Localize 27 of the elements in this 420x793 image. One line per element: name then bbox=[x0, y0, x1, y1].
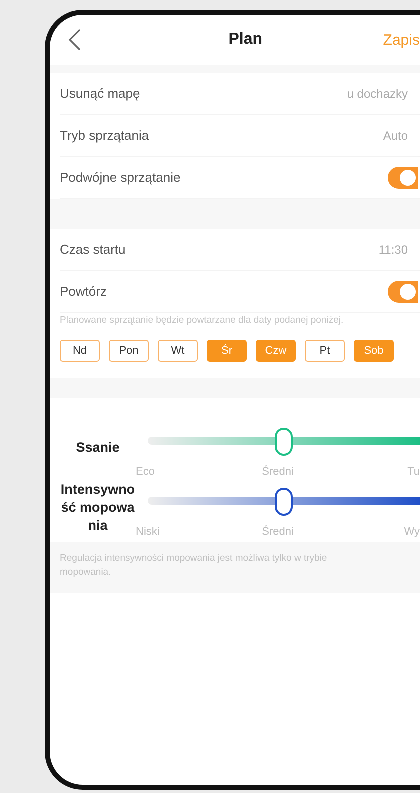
slider-label: Ssanie bbox=[75, 438, 121, 457]
slider-tick-label: Tu bbox=[406, 466, 420, 478]
setting-label: Powtórz bbox=[60, 284, 107, 299]
setting-value: 11:30 bbox=[378, 242, 408, 256]
setting-label: Podwójne sprzątanie bbox=[60, 170, 181, 185]
repeat-hint: Planowane sprzątanie będzie powtarzane dla daty podanej poniżej. bbox=[60, 315, 345, 326]
back-icon[interactable] bbox=[68, 29, 82, 51]
slider-label: Intensywność mopowania bbox=[60, 480, 136, 536]
slider-tick-label: Eco bbox=[136, 466, 156, 478]
day-button[interactable]: Wt bbox=[158, 340, 198, 362]
screen-title: Plan bbox=[228, 31, 263, 49]
slider-tick-label: Średni bbox=[261, 466, 295, 478]
toggle-switch[interactable] bbox=[388, 166, 418, 188]
slider[interactable] bbox=[148, 428, 420, 454]
slider-tick-label: Niski bbox=[136, 526, 161, 538]
setting-label: Usunąć mapę bbox=[60, 86, 140, 101]
setting-value: Auto bbox=[383, 128, 408, 142]
slider[interactable] bbox=[148, 488, 420, 514]
setting-value: u dochazky bbox=[347, 86, 408, 100]
setting-label: Tryb sprzątania bbox=[60, 128, 150, 143]
toggle-switch[interactable] bbox=[388, 280, 418, 302]
day-button[interactable]: Nd bbox=[60, 340, 100, 362]
slider-tick-label: Średni bbox=[261, 526, 295, 538]
setting-label: Czas startu bbox=[60, 242, 126, 257]
day-button[interactable]: Pon bbox=[109, 340, 149, 362]
slider-tick-label: Wy bbox=[403, 526, 420, 538]
day-button[interactable]: Pt bbox=[305, 340, 345, 362]
